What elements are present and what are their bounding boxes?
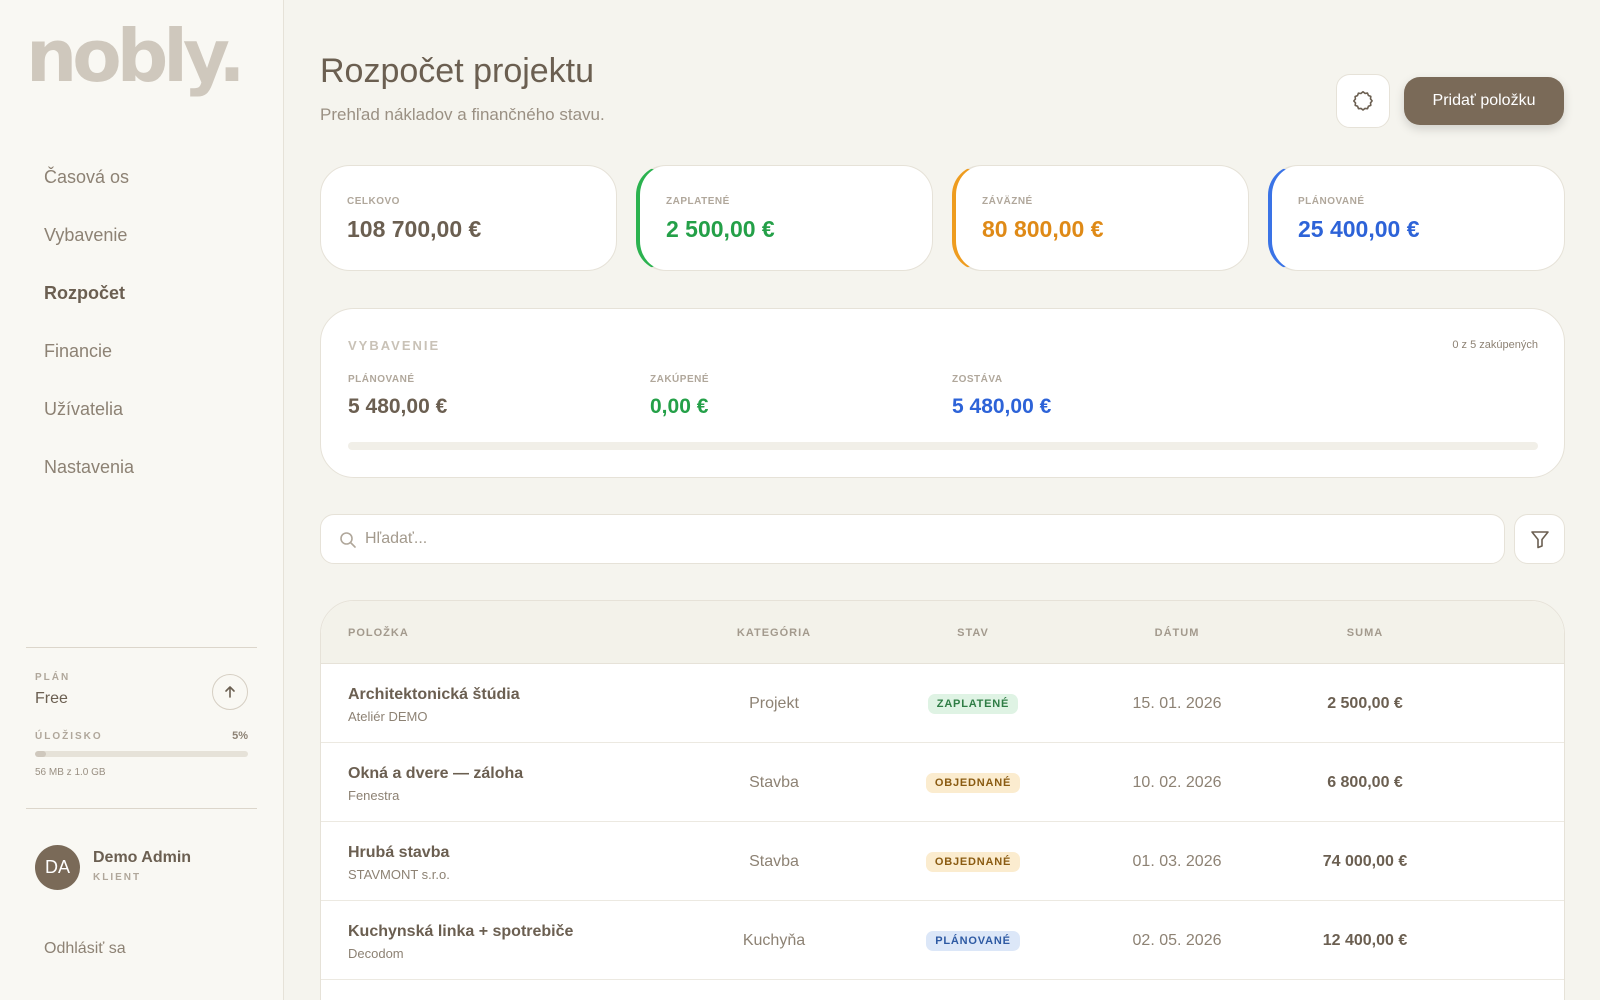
equipment-planned: PLÁNOVANÉ 5 480,00 € (348, 374, 447, 419)
item-sum: 6 800,00 € (1327, 774, 1403, 791)
equipment-progress-bar (348, 442, 1538, 450)
item-vendor: Ateliér DEMO (348, 709, 428, 724)
sidebar-nav: Časová os Vybavenie Rozpočet Financie Už… (44, 160, 134, 508)
equipment-bought-label: ZAKÚPENÉ (650, 374, 710, 385)
search-input[interactable] (365, 515, 1485, 563)
item-category: Projekt (749, 695, 799, 712)
equipment-title: VYBAVENIE (348, 338, 441, 353)
stat-card-planned: PLÁNOVANÉ 25 400,00 € (1268, 165, 1565, 271)
stat-card-total: CELKOVO 108 700,00 € (320, 165, 617, 271)
search-box (320, 514, 1505, 564)
stat-value: 80 800,00 € (982, 216, 1104, 242)
sidebar-item-timeline[interactable]: Časová os (44, 160, 134, 218)
item-name: Architektonická štúdia (348, 686, 520, 703)
item-name: Okná a dvere — záloha (348, 765, 524, 782)
equipment-planned-label: PLÁNOVANÉ (348, 374, 415, 385)
item-name: Kuchynská linka + spotrebiče (348, 923, 574, 940)
status-badge: OBJEDNANÉ (925, 852, 1021, 872)
page-title: Rozpočet projektu (320, 52, 595, 90)
arrow-up-icon (225, 686, 235, 698)
equipment-bought: ZAKÚPENÉ 0,00 € (650, 374, 709, 419)
column-header-date[interactable]: DÁTUM (1097, 627, 1257, 639)
item-sum: 74 000,00 € (1322, 853, 1408, 870)
equipment-planned-value: 5 480,00 € (348, 395, 448, 418)
upgrade-plan-button[interactable] (212, 674, 248, 710)
item-status: OBJEDNANÉ (893, 852, 1053, 872)
user-role: KLIENT (93, 872, 142, 883)
logout-link[interactable]: Odhlásiť sa (44, 940, 126, 958)
plan-value: Free (35, 690, 68, 707)
gear-icon (1353, 91, 1373, 111)
table-row[interactable]: Kuchynská linka + spotrebiče Decodom Kuc… (321, 901, 1564, 980)
sidebar-item-budget[interactable]: Rozpočet (44, 276, 134, 334)
sidebar-divider (26, 647, 257, 648)
item-category: Kuchyňa (742, 932, 806, 949)
column-header-item[interactable]: POLOŽKA (348, 627, 409, 639)
stat-card-paid: ZAPLATENÉ 2 500,00 € (636, 165, 933, 271)
equipment-summary-card: VYBAVENIE 0 z 5 zakúpených PLÁNOVANÉ 5 4… (320, 308, 1565, 478)
sidebar-item-finance[interactable]: Financie (44, 334, 134, 392)
equipment-remaining: ZOSTÁVA 5 480,00 € (952, 374, 1051, 419)
storage-progress-fill (35, 751, 46, 757)
equipment-remaining-value: 5 480,00 € (952, 395, 1052, 418)
item-date: 15. 01. 2026 (1132, 695, 1222, 712)
stat-label: PLÁNOVANÉ (1298, 196, 1365, 207)
table-row[interactable]: Architektonická štúdia Ateliér DEMO Proj… (321, 664, 1564, 743)
status-badge: OBJEDNANÉ (925, 773, 1021, 793)
status-badge: ZAPLATENÉ (927, 694, 1019, 714)
page-subtitle: Prehľad nákladov a finančného stavu. (320, 105, 605, 124)
sidebar-item-settings[interactable]: Nastavenia (44, 450, 134, 508)
app-logo[interactable]: nobly. (26, 20, 246, 92)
item-status: OBJEDNANÉ (893, 773, 1053, 793)
column-header-category[interactable]: KATEGÓRIA (694, 627, 854, 639)
item-sum: 2 500,00 € (1327, 695, 1403, 712)
sidebar-item-users[interactable]: Užívatelia (44, 392, 134, 450)
sidebar: nobly. Časová os Vybavenie Rozpočet Fina… (0, 0, 284, 1000)
item-category: Stavba (749, 853, 799, 870)
item-date: 02. 05. 2026 (1132, 932, 1222, 949)
storage-usage-text: 56 MB z 1.0 GB (35, 767, 106, 778)
column-header-sum[interactable]: SUMA (1285, 627, 1445, 639)
column-header-status[interactable]: STAV (893, 627, 1053, 639)
item-category: Stavba (749, 774, 799, 791)
item-status: PLÁNOVANÉ (893, 931, 1053, 951)
stat-value: 108 700,00 € (347, 216, 482, 242)
stat-card-committed: ZÁVÄZNÉ 80 800,00 € (952, 165, 1249, 271)
table-row[interactable]: Okná a dvere — záloha Fenestra Stavba OB… (321, 743, 1564, 822)
search-icon (340, 532, 356, 548)
user-name: Demo Admin (93, 849, 192, 866)
storage-label: ÚLOŽISKO (35, 731, 103, 742)
storage-percent: 5% (232, 730, 248, 742)
settings-button[interactable] (1336, 74, 1390, 128)
item-date: 10. 02. 2026 (1132, 774, 1222, 791)
plan-label: PLÁN (35, 672, 71, 683)
avatar[interactable]: DA (35, 845, 80, 890)
budget-table: POLOŽKA KATEGÓRIA STAV DÁTUM SUMA Archit… (320, 600, 1565, 1000)
sidebar-divider (26, 808, 257, 809)
item-sum: 12 400,00 € (1322, 932, 1408, 949)
equipment-purchased-count: 0 z 5 zakúpených (1452, 339, 1538, 351)
stat-label: ZAPLATENÉ (666, 196, 730, 207)
stat-label: CELKOVO (347, 196, 400, 207)
stat-value: 25 400,00 € (1298, 216, 1420, 242)
equipment-remaining-label: ZOSTÁVA (952, 374, 1003, 385)
filter-icon (1530, 531, 1549, 549)
sidebar-item-equipment[interactable]: Vybavenie (44, 218, 134, 276)
table-header: POLOŽKA KATEGÓRIA STAV DÁTUM SUMA (321, 601, 1564, 664)
item-name: Hrubá stavba (348, 844, 450, 861)
item-vendor: STAVMONT s.r.o. (348, 867, 450, 882)
item-date: 01. 03. 2026 (1132, 853, 1222, 870)
item-vendor: Decodom (348, 946, 404, 961)
equipment-bought-value: 0,00 € (650, 395, 709, 418)
item-vendor: Fenestra (348, 788, 400, 803)
filter-button[interactable] (1514, 514, 1565, 564)
storage-progress-bar (35, 751, 248, 757)
table-row[interactable]: Hrubá stavba STAVMONT s.r.o. Stavba OBJE… (321, 822, 1564, 901)
item-status: ZAPLATENÉ (893, 694, 1053, 714)
stat-label: ZÁVÄZNÉ (982, 196, 1033, 207)
add-item-button[interactable]: Pridať položku (1404, 77, 1564, 125)
status-badge: PLÁNOVANÉ (926, 931, 1020, 951)
stat-value: 2 500,00 € (666, 216, 775, 242)
